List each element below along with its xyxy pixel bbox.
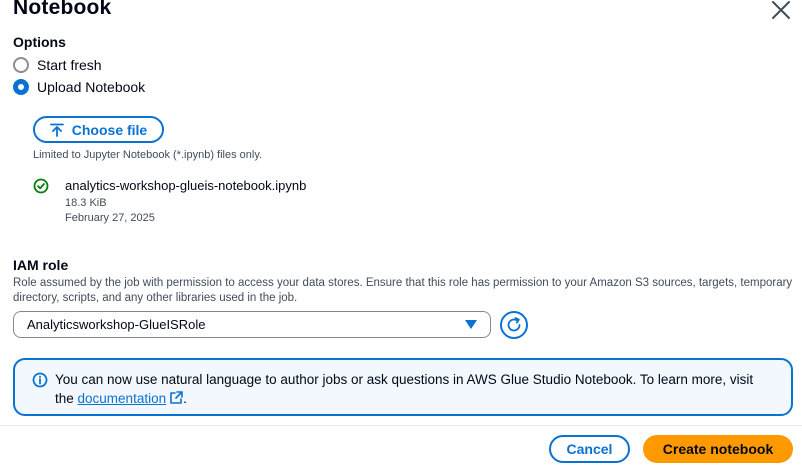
file-type-hint: Limited to Jupyter Notebook (*.ipynb) fi… bbox=[33, 149, 263, 161]
radio-label-start-fresh: Start fresh bbox=[37, 57, 102, 73]
info-text-after: . bbox=[183, 391, 187, 406]
info-message: You can now use natural language to auth… bbox=[55, 370, 775, 408]
documentation-link[interactable]: documentation bbox=[78, 391, 167, 406]
close-icon[interactable] bbox=[770, 0, 792, 20]
iam-role-description: Role assumed by the job with permission … bbox=[13, 277, 793, 304]
info-alert: You can now use natural language to auth… bbox=[13, 358, 793, 416]
footer-divider bbox=[0, 425, 802, 426]
info-icon bbox=[32, 372, 48, 388]
refresh-icon bbox=[507, 317, 521, 332]
success-check-icon bbox=[33, 178, 49, 194]
options-label: Options bbox=[13, 34, 66, 50]
iam-role-label: IAM role bbox=[13, 257, 69, 273]
uploaded-file-size: 18.3 KiB bbox=[65, 197, 107, 209]
cancel-button[interactable]: Cancel bbox=[549, 435, 630, 463]
radio-upload-notebook[interactable]: Upload Notebook bbox=[13, 79, 145, 95]
create-notebook-button[interactable]: Create notebook bbox=[643, 435, 793, 463]
iam-role-selected-value: Analyticsworkshop-GlueISRole bbox=[27, 317, 206, 332]
upload-icon bbox=[49, 123, 64, 137]
caret-down-icon bbox=[465, 320, 477, 329]
iam-role-select[interactable]: Analyticsworkshop-GlueISRole bbox=[13, 311, 491, 338]
radio-unselected-icon[interactable] bbox=[13, 57, 29, 73]
radio-selected-icon[interactable] bbox=[13, 79, 29, 95]
radio-start-fresh[interactable]: Start fresh bbox=[13, 57, 102, 73]
modal-title: Notebook bbox=[13, 0, 112, 19]
choose-file-label: Choose file bbox=[71, 121, 148, 138]
uploaded-file-name: analytics-workshop-glueis-notebook.ipynb bbox=[65, 178, 307, 193]
external-link-icon[interactable] bbox=[170, 391, 183, 404]
choose-file-button[interactable]: Choose file bbox=[33, 116, 164, 143]
radio-label-upload-notebook: Upload Notebook bbox=[37, 79, 146, 95]
refresh-roles-button[interactable] bbox=[500, 311, 528, 339]
uploaded-file-date: February 27, 2025 bbox=[65, 212, 155, 224]
